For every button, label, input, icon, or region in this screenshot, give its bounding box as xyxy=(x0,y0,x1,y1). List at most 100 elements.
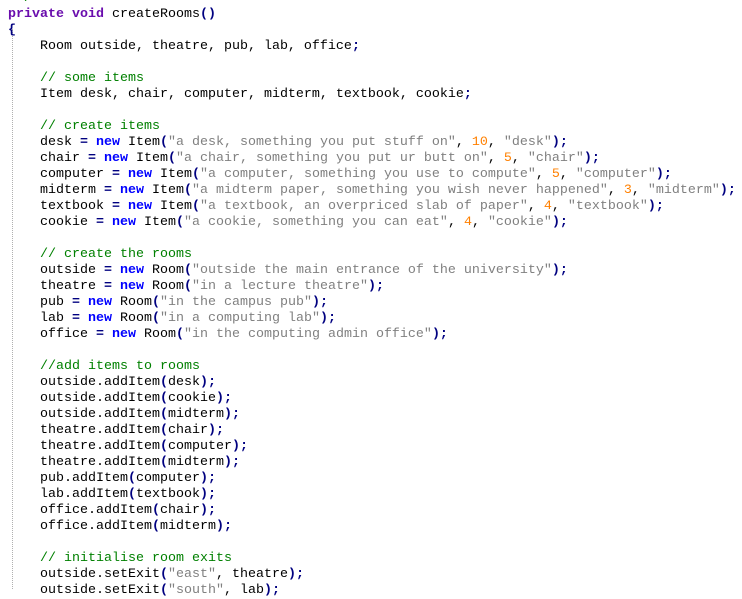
code-token: , xyxy=(607,183,624,198)
code-token: , lab xyxy=(223,583,264,598)
code-token: , xyxy=(487,151,504,166)
code-line[interactable] xyxy=(0,55,742,71)
code-token: lab.addItem xyxy=(8,487,128,502)
code-token: desk xyxy=(8,135,80,150)
code-token: = xyxy=(72,295,80,310)
code-line[interactable]: outside.setExit("east", theatre); xyxy=(0,567,742,583)
code-line[interactable]: theatre.addItem(chair); xyxy=(0,423,742,439)
code-line[interactable]: pub.addItem(computer); xyxy=(0,471,742,487)
code-token: office xyxy=(8,327,96,342)
code-token: = xyxy=(103,263,112,278)
code-line[interactable]: theatre.addItem(computer); xyxy=(0,439,742,455)
code-token: , xyxy=(631,183,648,198)
code-line[interactable]: lab = new Room("in a computing lab"); xyxy=(0,311,742,327)
code-line[interactable]: pub = new Room("in the campus pub"); xyxy=(0,295,742,311)
code-token: ( xyxy=(159,423,168,438)
code-token: // create the rooms xyxy=(8,247,192,262)
code-token: "a midterm paper, something you wish nev… xyxy=(191,183,608,198)
code-token: 4 xyxy=(463,215,472,230)
code-line[interactable]: Room outside, theatre, pub, lab, office; xyxy=(0,39,742,55)
code-line[interactable]: office = new Room("in the computing admi… xyxy=(0,327,742,343)
code-line[interactable]: outside.addItem(midterm); xyxy=(0,407,742,423)
code-token: // create items xyxy=(8,119,160,134)
code-token: cookie xyxy=(8,215,96,230)
code-token: ); xyxy=(655,167,672,182)
code-line[interactable] xyxy=(0,231,742,247)
code-token: ); xyxy=(551,135,568,150)
code-token: ; xyxy=(463,87,472,102)
code-token: = xyxy=(95,327,104,342)
code-line[interactable]: theatre = new Room("in a lecture theatre… xyxy=(0,279,742,295)
code-token: ( xyxy=(159,391,168,406)
code-token: chair xyxy=(167,423,208,438)
code-line[interactable]: outside.addItem(cookie); xyxy=(0,391,742,407)
code-token: Room xyxy=(143,279,184,294)
code-line[interactable] xyxy=(0,103,742,119)
code-line[interactable]: private void createRooms() xyxy=(0,7,742,23)
code-line[interactable]: // initialise room exits xyxy=(0,551,742,567)
code-line[interactable]: outside.setExit("south", lab); xyxy=(0,583,742,599)
code-token: Item xyxy=(143,183,184,198)
code-token: 3 xyxy=(623,183,632,198)
code-token: "in the campus pub" xyxy=(160,295,312,310)
code-token: 5 xyxy=(551,167,560,182)
code-token: , xyxy=(455,135,472,150)
code-token: void xyxy=(72,7,104,22)
code-token: 4 xyxy=(543,199,552,214)
code-line[interactable] xyxy=(0,343,742,359)
code-token: lab xyxy=(8,311,72,326)
code-token: midterm xyxy=(159,519,216,534)
code-editor[interactable]: */private void createRooms(){ Room outsi… xyxy=(0,0,742,599)
code-line[interactable]: Item desk, chair, computer, midterm, tex… xyxy=(0,87,742,103)
code-token: ( xyxy=(191,167,200,182)
code-token: ( xyxy=(159,439,168,454)
code-line[interactable]: // create items xyxy=(0,119,742,135)
code-token: ); xyxy=(199,375,216,390)
code-line[interactable]: cookie = new Item("a cookie, something y… xyxy=(0,215,742,231)
code-line[interactable]: desk = new Item("a desk, something you p… xyxy=(0,135,742,151)
code-token: Item xyxy=(127,151,168,166)
code-token: // initialise room exits xyxy=(8,551,232,566)
code-line[interactable]: //add items to rooms xyxy=(0,359,742,375)
code-token: , xyxy=(511,151,528,166)
code-token: midterm xyxy=(167,455,224,470)
code-token: ); xyxy=(199,471,216,486)
code-token: outside.addItem xyxy=(8,375,160,390)
code-line[interactable]: midterm = new Item("a midterm paper, som… xyxy=(0,183,742,199)
code-line[interactable]: computer = new Item("a computer, somethi… xyxy=(0,167,742,183)
code-line[interactable]: outside.addItem(desk); xyxy=(0,375,742,391)
code-token: ( xyxy=(159,455,168,470)
code-token: ); xyxy=(207,423,224,438)
code-token: , xyxy=(447,215,464,230)
code-token: { xyxy=(8,23,16,38)
code-token: new xyxy=(95,135,120,150)
code-token: new xyxy=(88,311,112,326)
code-line[interactable]: lab.addItem(textbook); xyxy=(0,487,742,503)
code-token: private xyxy=(8,7,64,22)
code-token: = xyxy=(72,311,80,326)
code-token: , xyxy=(559,167,576,182)
code-line[interactable]: // some items xyxy=(0,71,742,87)
code-line[interactable]: textbook = new Item("a textbook, an over… xyxy=(0,199,742,215)
code-token: outside.setExit xyxy=(8,583,160,598)
code-token: Item desk, chair, computer, midterm, tex… xyxy=(8,87,464,102)
code-line[interactable]: theatre.addItem(midterm); xyxy=(0,455,742,471)
code-token: cookie xyxy=(167,391,216,406)
code-line[interactable]: // create the rooms xyxy=(0,247,742,263)
code-token: chair xyxy=(8,151,88,166)
code-line[interactable] xyxy=(0,535,742,551)
code-token: ( xyxy=(127,487,136,502)
code-line[interactable]: office.addItem(midterm); xyxy=(0,519,742,535)
code-line[interactable]: { xyxy=(0,23,742,39)
code-token: ); xyxy=(223,407,240,422)
code-line[interactable]: outside = new Room("outside the main ent… xyxy=(0,263,742,279)
code-line[interactable]: chair = new Item("a chair, something you… xyxy=(0,151,742,167)
code-line[interactable]: office.addItem(chair); xyxy=(0,503,742,519)
code-line[interactable]: */ xyxy=(0,0,742,7)
